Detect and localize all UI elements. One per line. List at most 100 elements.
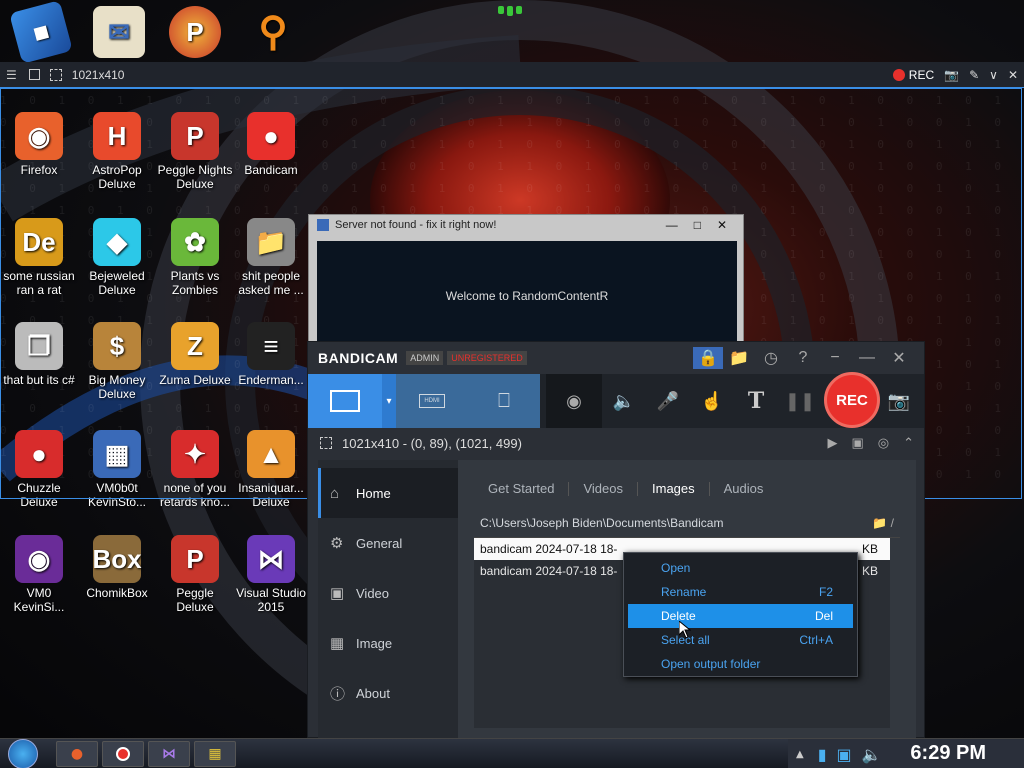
sidebar-item-home[interactable]: ⌂ Home bbox=[318, 468, 458, 518]
desktop-icon[interactable]: ⋈ Visual Studio 2015 bbox=[232, 535, 310, 614]
hdmi-mode-button[interactable]: HDMI bbox=[396, 374, 468, 428]
copy-icon: ❐ bbox=[15, 322, 63, 370]
server-window-title: Server not found - fix it right now! bbox=[335, 219, 497, 231]
bandicam-window[interactable]: BANDICAM ADMIN UNREGISTERED 🔒 📁 ◷ ? − — … bbox=[307, 341, 925, 739]
minimize-icon[interactable]: — bbox=[851, 349, 883, 367]
desktop-icon[interactable]: ▦ VM0b0t KevinSto... bbox=[78, 430, 156, 509]
desktop-icon[interactable]: ❐ that but its c# bbox=[0, 322, 78, 387]
taskbar-bandicam[interactable] bbox=[102, 740, 144, 767]
sidebar-item-image[interactable]: ▦ Image bbox=[318, 618, 458, 668]
region-select-icon[interactable] bbox=[49, 68, 62, 81]
path-folder-icon[interactable]: 📁 / bbox=[872, 516, 894, 530]
webcam-button[interactable]: ◉ bbox=[546, 374, 602, 428]
sidebar-item-general[interactable]: ⚙ General bbox=[318, 518, 458, 568]
microphone-button[interactable]: 🎤 bbox=[646, 374, 690, 428]
pause-button[interactable]: ❚❚ bbox=[778, 374, 822, 428]
desktop-icon[interactable]: ✿ Plants vs Zombies bbox=[156, 218, 234, 297]
desktop-icon[interactable]: ≡ Enderman... bbox=[232, 322, 310, 387]
mouse-cursor-icon bbox=[679, 621, 691, 639]
desktop-icon[interactable]: ◆ Bejeweled Deluxe bbox=[78, 218, 156, 297]
help-icon[interactable]: ? bbox=[787, 349, 819, 367]
desktop-icon[interactable]: P Peggle Deluxe bbox=[156, 535, 234, 614]
close-icon[interactable]: ✕ bbox=[883, 348, 915, 368]
tab-videos[interactable]: Videos bbox=[569, 482, 638, 496]
mini-icon[interactable]: − bbox=[819, 349, 851, 367]
context-menu-item-select-all[interactable]: Select all Ctrl+A bbox=[628, 628, 853, 652]
rec-button[interactable]: REC bbox=[822, 372, 882, 428]
desktop-icon[interactable]: $ Big Money Deluxe bbox=[78, 322, 156, 401]
file-name: bandicam 2024-07-18 18- bbox=[480, 564, 618, 578]
tab-get-started[interactable]: Get Started bbox=[474, 482, 570, 496]
context-menu-item-delete[interactable]: Delete Del bbox=[628, 604, 853, 628]
taskbar-clock[interactable]: 6:29 PM bbox=[910, 742, 986, 765]
sidebar-item-video[interactable]: ▣ Video bbox=[318, 568, 458, 618]
desktop-icon[interactable]: P Peggle Nights Deluxe bbox=[156, 112, 234, 191]
context-menu-item-open-output-folder[interactable]: Open output folder bbox=[628, 652, 853, 676]
game-mode-button[interactable]: ⎕ bbox=[468, 374, 540, 428]
desktop-icon[interactable]: Z Zuma Deluxe bbox=[156, 322, 234, 387]
top-icon-2[interactable]: ✉ bbox=[80, 6, 158, 61]
tab-images[interactable]: Images bbox=[638, 482, 710, 496]
screen-mode-button[interactable] bbox=[308, 374, 382, 428]
text-button[interactable]: T bbox=[734, 374, 778, 428]
tray-expand-icon[interactable]: ▲ bbox=[796, 749, 804, 760]
fullscreen-icon[interactable] bbox=[28, 69, 40, 80]
close-icon[interactable]: ✕ bbox=[1008, 68, 1018, 82]
display-icon[interactable]: ▣ bbox=[837, 745, 852, 764]
collapse-up-icon[interactable]: ⌃ bbox=[903, 435, 914, 451]
minimize-icon[interactable]: — bbox=[666, 218, 678, 232]
context-menu-item-open[interactable]: Open bbox=[628, 556, 853, 580]
desktop-icon[interactable]: Box ChomikBox bbox=[78, 535, 156, 600]
taskbar-visual-studio[interactable]: ⋈ bbox=[148, 740, 190, 767]
image-icon[interactable]: ▣ bbox=[851, 435, 863, 451]
top-icon-1[interactable]: ■ bbox=[2, 0, 80, 64]
screenshot-button[interactable]: 📷 bbox=[882, 374, 916, 428]
speaker-button[interactable]: 🔈 bbox=[602, 374, 646, 428]
taskbar-app[interactable]: ▦ bbox=[194, 740, 236, 767]
maximize-icon[interactable]: □ bbox=[694, 218, 701, 232]
desktop-icon[interactable]: 📁 shit people asked me ... bbox=[232, 218, 310, 297]
file-size: KB bbox=[861, 564, 878, 578]
region-rec-button[interactable]: REC bbox=[909, 68, 934, 82]
server-window-titlebar[interactable]: Server not found - fix it right now! — □… bbox=[309, 215, 743, 235]
broadcast-icon[interactable]: ◎ bbox=[878, 435, 889, 451]
server-window[interactable]: Server not found - fix it right now! — □… bbox=[308, 214, 744, 351]
top-icon-3[interactable]: P bbox=[156, 6, 234, 61]
desktop-icon[interactable]: ◉ VM0 KevinSi... bbox=[0, 535, 78, 614]
context-menu-item-rename[interactable]: Rename F2 bbox=[628, 580, 853, 604]
lock-icon[interactable]: 🔒 bbox=[693, 347, 723, 369]
collapse-icon[interactable]: ∨ bbox=[989, 68, 998, 82]
pencil-icon[interactable]: ✎ bbox=[969, 68, 979, 82]
menu-icon[interactable]: ☰ bbox=[6, 68, 17, 82]
clock-icon[interactable]: ◷ bbox=[755, 348, 787, 368]
sidebar-item-label: Video bbox=[356, 585, 390, 601]
pause-icon: ❚❚ bbox=[784, 390, 816, 411]
folder-icon[interactable]: 📁 bbox=[723, 348, 755, 368]
desktop-icon[interactable]: ● Bandicam bbox=[232, 112, 310, 177]
unregistered-badge[interactable]: UNREGISTERED bbox=[447, 351, 527, 365]
network-icon[interactable]: ▮ bbox=[818, 745, 827, 764]
camera-icon[interactable]: 📷 bbox=[944, 68, 959, 82]
sidebar-item-about[interactable]: ⓘ About bbox=[318, 668, 458, 718]
bandicam-titlebar[interactable]: BANDICAM ADMIN UNREGISTERED 🔒 📁 ◷ ? − — … bbox=[308, 342, 924, 374]
desktop-icon[interactable]: ● Chuzzle Deluxe bbox=[0, 430, 78, 509]
recording-region-toolbar[interactable]: ☰ 1021x410 REC 📷 ✎ ∨ ✕ bbox=[0, 62, 1024, 88]
taskbar-firefox[interactable]: ● bbox=[56, 740, 98, 767]
desktop-icon[interactable]: ▲ Insaniquar... Deluxe bbox=[232, 430, 310, 509]
desktop-icon[interactable]: De some russian ran a rat bbox=[0, 218, 78, 297]
volume-icon[interactable]: 🔈 bbox=[862, 745, 882, 764]
top-icon-4[interactable]: ⚲ bbox=[234, 6, 312, 61]
desktop-icon[interactable]: ◉ Firefox bbox=[0, 112, 78, 177]
gamepad-icon: ⎕ bbox=[498, 389, 510, 412]
window-app-icon: ▦ bbox=[208, 745, 222, 762]
video-icon[interactable]: ▶ bbox=[827, 435, 837, 451]
desktop-icon[interactable]: ✦ none of you retards kno... bbox=[156, 430, 234, 509]
webcam-icon: ◉ bbox=[566, 390, 582, 411]
tab-audios[interactable]: Audios bbox=[710, 482, 778, 496]
desktop-icon-label: shit people asked me ... bbox=[238, 269, 304, 297]
close-icon[interactable]: ✕ bbox=[717, 218, 727, 232]
cursor-button[interactable]: ☝ bbox=[690, 374, 734, 428]
start-button[interactable] bbox=[0, 738, 46, 768]
desktop-icon[interactable]: H AstroPop Deluxe bbox=[78, 112, 156, 191]
mode-dropdown[interactable]: ▾ bbox=[382, 374, 396, 428]
